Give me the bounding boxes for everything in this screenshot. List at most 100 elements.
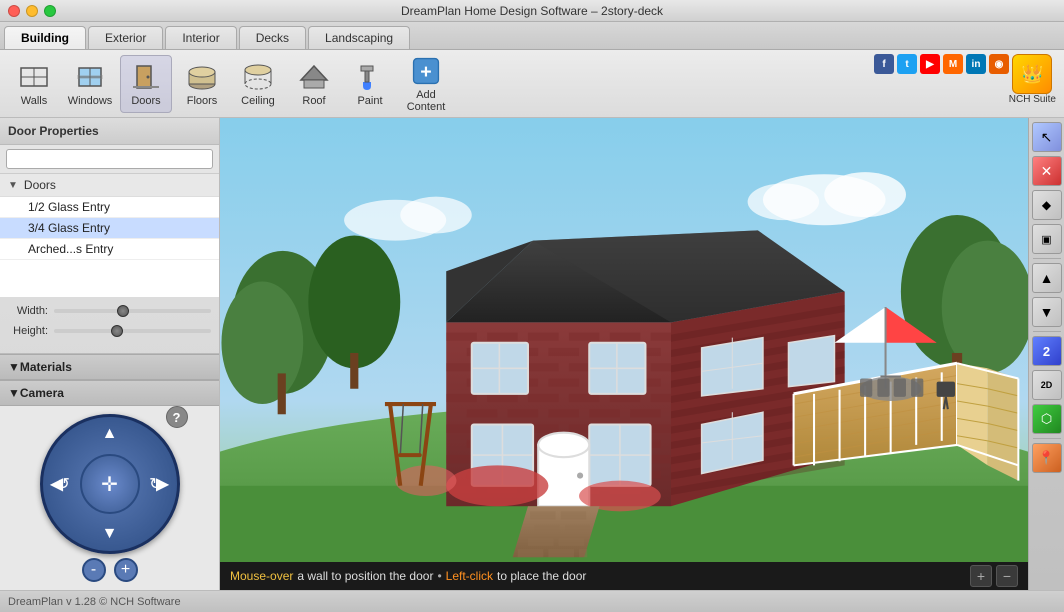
camera-up[interactable]: ▲ (102, 425, 118, 443)
status-bar: Mouse-over a wall to position the door •… (220, 562, 1028, 590)
rss-icon[interactable]: ◉ (989, 54, 1009, 74)
materials-section-header[interactable]: ▼ Materials (0, 354, 219, 380)
filter-bar (0, 145, 219, 174)
rotate-right-icon[interactable]: ↻ (149, 474, 162, 494)
walls-label: Walls (21, 95, 47, 107)
main-area: Door Properties ▼ Doors 1/2 Glass Entry … (0, 118, 1064, 590)
status-bullet: • (437, 569, 441, 583)
nch-icon: 👑 (1012, 54, 1052, 94)
tool-2d[interactable]: 2D (1032, 370, 1062, 400)
viewport-zoom-out[interactable]: − (996, 565, 1018, 587)
zoom-viewport-controls: + − (970, 565, 1018, 587)
camera-arrow: ▼ (8, 386, 20, 400)
windows-icon (74, 61, 106, 93)
linkedin-icon[interactable]: in (966, 54, 986, 74)
tab-decks[interactable]: Decks (239, 26, 306, 49)
floors-label: Floors (187, 95, 218, 107)
camera-pan-icon: ✛ (101, 472, 118, 497)
door-properties-title: Door Properties (0, 118, 219, 145)
width-slider-track[interactable] (54, 309, 211, 313)
nch-label: NCH Suite (1009, 94, 1056, 105)
tool-floor2[interactable]: 2 (1032, 336, 1062, 366)
tool-cursor[interactable]: ↖ (1032, 122, 1062, 152)
zoom-in-button[interactable]: + (114, 558, 138, 582)
window-controls[interactable] (8, 5, 56, 17)
ceiling-icon (242, 61, 274, 93)
windows-label: Windows (68, 95, 113, 107)
tool-doors[interactable]: Doors (120, 55, 172, 113)
viewport[interactable]: Mouse-over a wall to position the door •… (220, 118, 1028, 590)
minimize-button[interactable] (26, 5, 38, 17)
tab-bar: Building Exterior Interior Decks Landsca… (0, 22, 1064, 50)
tab-building[interactable]: Building (4, 26, 86, 49)
title-bar: DreamPlan Home Design Software – 2story-… (0, 0, 1064, 22)
tool-floor-up[interactable]: ▲ (1032, 263, 1062, 293)
materials-label: Materials (20, 360, 72, 374)
nch-suite-button[interactable]: 👑 NCH Suite (1009, 54, 1056, 105)
ceiling-label: Ceiling (241, 95, 275, 107)
doors-category[interactable]: ▼ Doors (0, 174, 219, 197)
materials-arrow: ▼ (8, 360, 20, 374)
tool-roof[interactable]: Roof (288, 55, 340, 113)
tab-exterior[interactable]: Exterior (88, 26, 163, 49)
category-label: Doors (24, 178, 56, 192)
twitter-icon[interactable]: t (897, 54, 917, 74)
window-title: DreamPlan Home Design Software – 2story-… (401, 4, 663, 18)
right-divider-3 (1033, 438, 1061, 439)
camera-label: Camera (20, 386, 64, 400)
door-item-arched[interactable]: Arched...s Entry (0, 239, 219, 260)
camera-center[interactable]: ✛ (80, 454, 140, 514)
right-panel: ↖ ✕ ◆ ▣ ▲ ▼ 2 2D ⬡ 📍 (1028, 118, 1064, 590)
close-button[interactable] (8, 5, 20, 17)
height-slider-track[interactable] (54, 329, 211, 333)
compass-ring[interactable]: ▲ ▼ ◀ ▶ ✛ ↺ ↻ (40, 414, 180, 554)
svg-text:+: + (420, 61, 431, 83)
height-label: Height: (8, 325, 48, 337)
zoom-out-button[interactable]: - (82, 558, 106, 582)
maximize-button[interactable] (44, 5, 56, 17)
tool-material[interactable]: ◆ (1032, 190, 1062, 220)
tool-3d[interactable]: ⬡ (1032, 404, 1062, 434)
width-slider-thumb[interactable] (117, 305, 129, 317)
door-tree-list: ▼ Doors 1/2 Glass Entry 3/4 Glass Entry … (0, 174, 219, 297)
youtube-icon[interactable]: ▶ (920, 54, 940, 74)
tool-walls[interactable]: Walls (8, 55, 60, 113)
paint-label: Paint (357, 95, 382, 107)
tool-paint[interactable]: Paint (344, 55, 396, 113)
help-icon[interactable]: ? (166, 406, 188, 428)
myspace-icon[interactable]: M (943, 54, 963, 74)
walls-icon (18, 61, 50, 93)
camera-section-header[interactable]: ▼ Camera (0, 380, 219, 406)
status-text1: a wall to position the door (297, 569, 433, 583)
tool-add-content[interactable]: + Add Content (400, 55, 452, 113)
width-label: Width: (8, 305, 48, 317)
tool-windows[interactable]: Windows (64, 55, 116, 113)
tool-terrain[interactable]: ▣ (1032, 224, 1062, 254)
door-item-three-quarter-glass[interactable]: 3/4 Glass Entry (0, 218, 219, 239)
filter-input[interactable] (6, 149, 213, 169)
house-scene (220, 118, 1028, 590)
door-item-half-glass[interactable]: 1/2 Glass Entry (0, 197, 219, 218)
viewport-zoom-in[interactable]: + (970, 565, 992, 587)
category-arrow: ▼ (8, 180, 18, 191)
tool-ceiling[interactable]: Ceiling (232, 55, 284, 113)
tool-delete[interactable]: ✕ (1032, 156, 1062, 186)
paint-icon (354, 61, 386, 93)
footer: DreamPlan v 1.28 © NCH Software (0, 590, 1064, 612)
footer-text: DreamPlan v 1.28 © NCH Software (8, 596, 181, 608)
tool-floors[interactable]: Floors (176, 55, 228, 113)
facebook-icon[interactable]: f (874, 54, 894, 74)
tool-pin[interactable]: 📍 (1032, 443, 1062, 473)
tab-landscaping[interactable]: Landscaping (308, 26, 410, 49)
tab-interior[interactable]: Interior (165, 26, 236, 49)
properties-section: Width: Height: (0, 297, 219, 354)
help-button[interactable]: ? (166, 406, 188, 428)
status-link: Left-click (446, 569, 493, 583)
rotate-left-icon[interactable]: ↺ (57, 474, 70, 494)
status-highlight: Mouse-over (230, 569, 293, 583)
camera-down[interactable]: ▼ (102, 525, 118, 543)
add-content-label: Add Content (404, 89, 448, 113)
tool-floor-down[interactable]: ▼ (1032, 297, 1062, 327)
doors-label: Doors (131, 95, 160, 107)
height-slider-thumb[interactable] (111, 325, 123, 337)
